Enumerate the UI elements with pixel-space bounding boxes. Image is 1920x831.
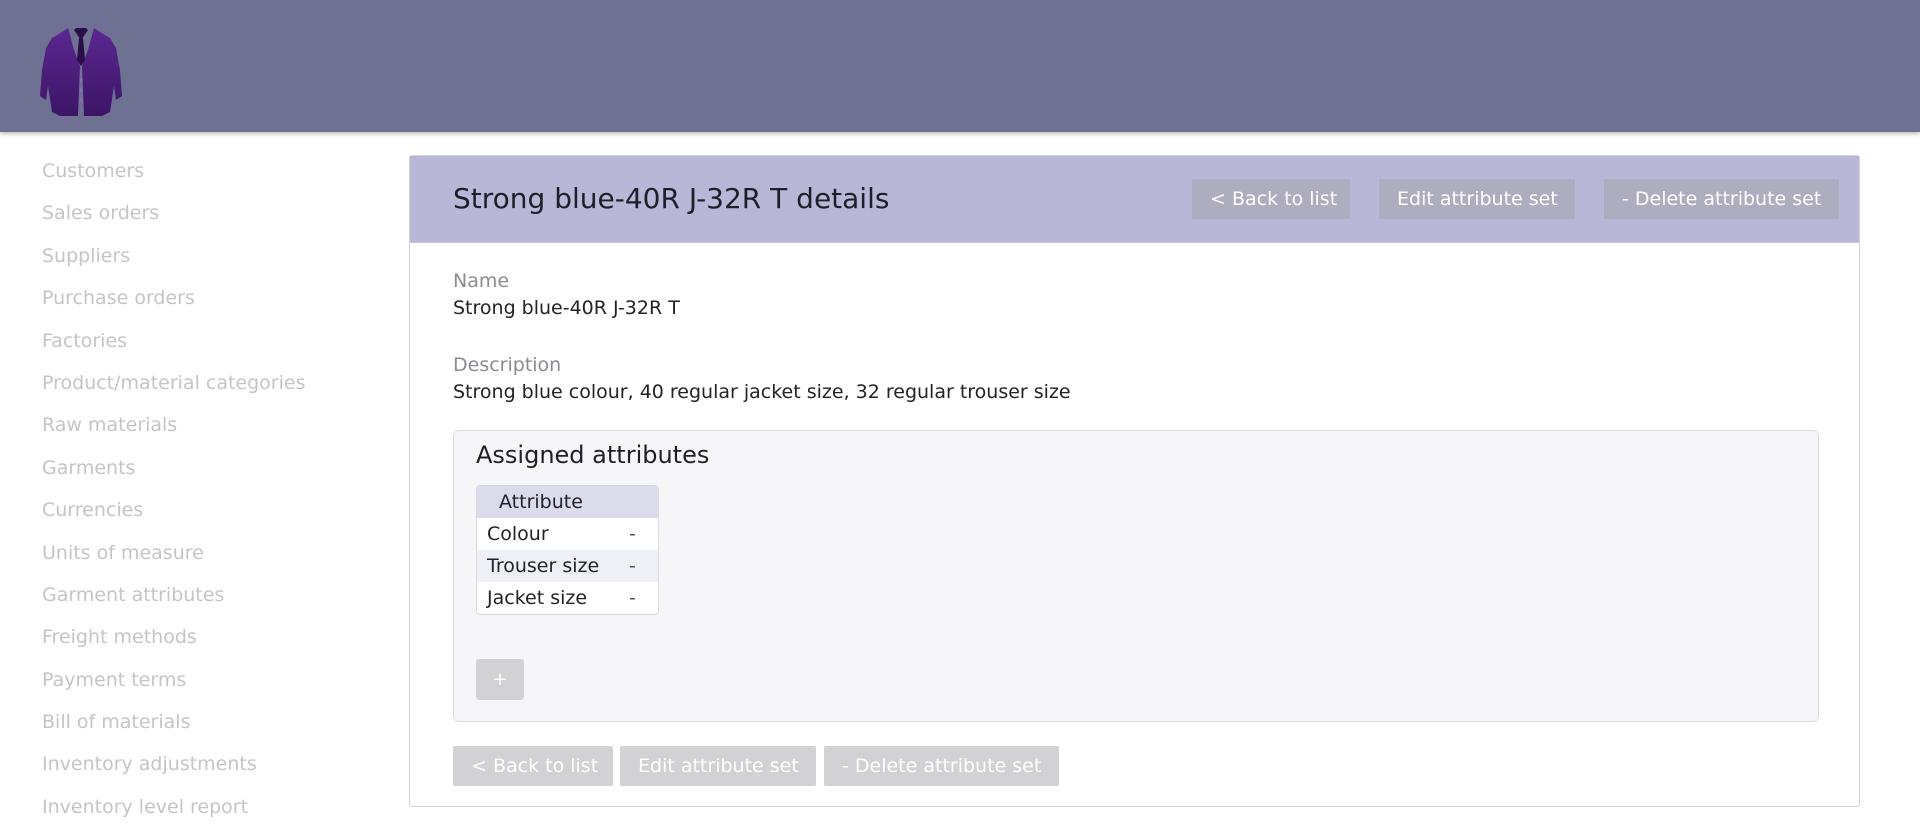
name-label: Name bbox=[453, 270, 510, 292]
details-panel: Strong blue-40R J-32R T details < Back t… bbox=[409, 155, 1860, 807]
name-value: Strong blue-40R J-32R T bbox=[453, 297, 680, 319]
attribute-name: Trouser size bbox=[487, 555, 600, 577]
sidebar-item-units-of-measure[interactable]: Units of measure bbox=[42, 532, 362, 574]
attribute-name: Jacket size bbox=[487, 587, 588, 609]
edit-attribute-set-button[interactable]: Edit attribute set bbox=[1379, 179, 1575, 219]
sidebar-item-currencies[interactable]: Currencies bbox=[42, 489, 362, 531]
panel-header: Strong blue-40R J-32R T details < Back t… bbox=[410, 156, 1859, 243]
attribute-name: Colour bbox=[487, 523, 549, 545]
footer-delete-attribute-set-button[interactable]: - Delete attribute set bbox=[824, 746, 1059, 786]
sidebar-item-inventory-level-report[interactable]: Inventory level report bbox=[42, 786, 362, 828]
sidebar-item-customers[interactable]: Customers bbox=[42, 150, 362, 192]
assigned-attributes-box: Assigned attributes Attribute Colour - T… bbox=[453, 430, 1819, 722]
remove-attribute-button[interactable]: - bbox=[629, 550, 636, 582]
footer-edit-attribute-set-button[interactable]: Edit attribute set bbox=[620, 746, 816, 786]
footer-back-to-list-button[interactable]: < Back to list bbox=[453, 746, 613, 786]
remove-attribute-button[interactable]: - bbox=[629, 518, 636, 550]
sidebar-nav: Customers Sales orders Suppliers Purchas… bbox=[42, 150, 362, 828]
table-row: Trouser size - bbox=[477, 550, 658, 582]
delete-attribute-set-button[interactable]: - Delete attribute set bbox=[1604, 179, 1839, 219]
top-bar bbox=[0, 0, 1920, 132]
sidebar-item-bill-of-materials[interactable]: Bill of materials bbox=[42, 701, 362, 743]
sidebar-item-sales-orders[interactable]: Sales orders bbox=[42, 192, 362, 234]
description-value: Strong blue colour, 40 regular jacket si… bbox=[453, 381, 1071, 403]
remove-attribute-button[interactable]: - bbox=[629, 582, 636, 614]
attributes-table: Attribute Colour - Trouser size - Jacket… bbox=[476, 485, 659, 615]
sidebar-item-suppliers[interactable]: Suppliers bbox=[42, 235, 362, 277]
sidebar-item-payment-terms[interactable]: Payment terms bbox=[42, 659, 362, 701]
sidebar-item-freight-methods[interactable]: Freight methods bbox=[42, 616, 362, 658]
sidebar-item-garments[interactable]: Garments bbox=[42, 447, 362, 489]
sidebar-item-factories[interactable]: Factories bbox=[42, 320, 362, 362]
page-title: Strong blue-40R J-32R T details bbox=[453, 182, 890, 215]
sidebar-item-purchase-orders[interactable]: Purchase orders bbox=[42, 277, 362, 319]
add-attribute-button[interactable]: + bbox=[476, 659, 524, 700]
jacket-logo-icon[interactable] bbox=[40, 26, 122, 118]
table-row: Jacket size - bbox=[477, 582, 658, 614]
table-row: Colour - bbox=[477, 518, 658, 550]
sidebar-item-product-material-categories[interactable]: Product/material categories bbox=[42, 362, 362, 404]
attribute-column-header: Attribute bbox=[477, 486, 658, 518]
sidebar-item-garment-attributes[interactable]: Garment attributes bbox=[42, 574, 362, 616]
description-label: Description bbox=[453, 354, 562, 376]
back-to-list-button[interactable]: < Back to list bbox=[1192, 179, 1350, 219]
sidebar-item-inventory-adjustments[interactable]: Inventory adjustments bbox=[42, 743, 362, 785]
assigned-attributes-title: Assigned attributes bbox=[476, 441, 710, 469]
sidebar-item-raw-materials[interactable]: Raw materials bbox=[42, 404, 362, 446]
